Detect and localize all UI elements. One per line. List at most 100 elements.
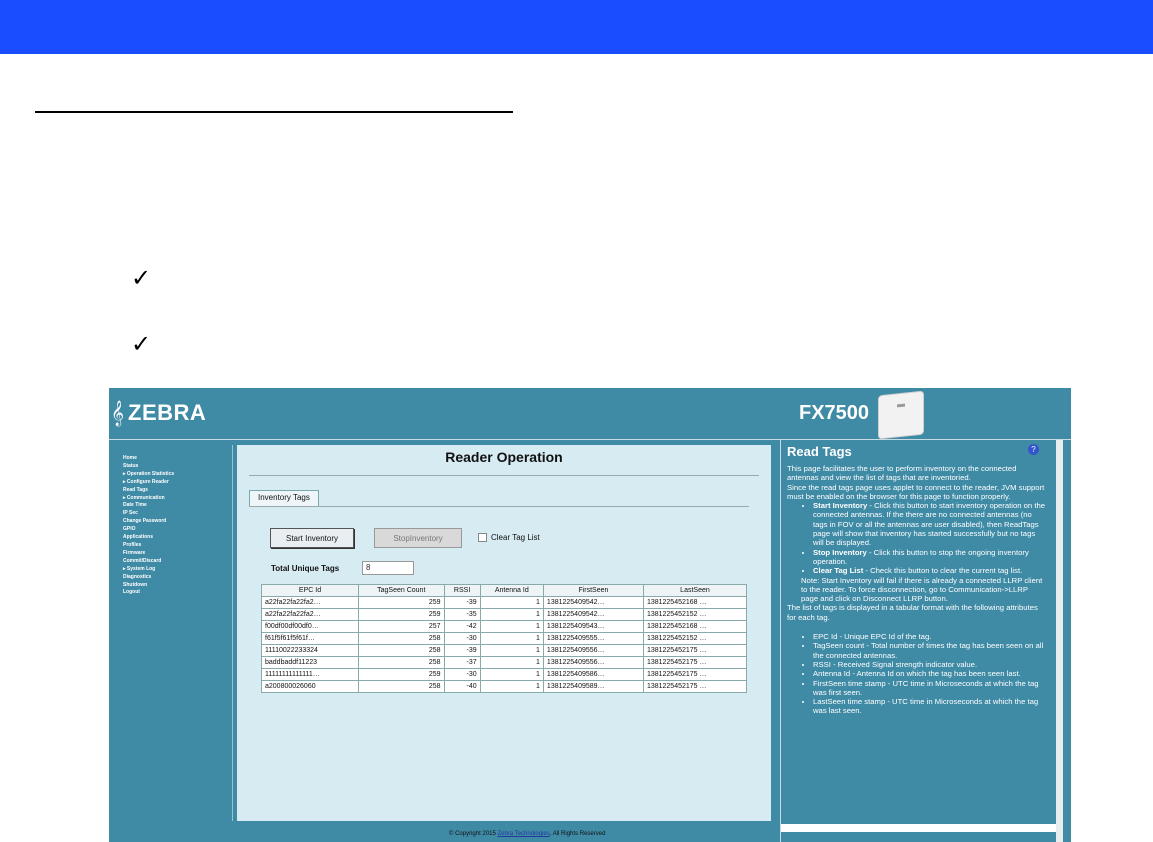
table-cell: -30 [443,632,481,645]
column-header[interactable]: LastSeen [642,584,748,597]
sidebar-item[interactable]: GPIO [123,526,232,534]
sidebar-item[interactable]: Change Password [123,518,232,526]
table-cell: 1 [479,608,544,621]
table-row[interactable]: a22fa22fa22fa2… 259 -35 1 1381225409542… 1381… [261,608,748,621]
table-cell: 1 [479,632,544,645]
help-list-item: RSSI - Received Signal strength indicato… [813,660,1047,669]
tab-underline [249,506,749,507]
table-cell: 257 [358,620,445,633]
column-header[interactable]: FirstSeen [542,584,644,597]
table-cell: 1381225452152 … [642,632,748,645]
zebra-technologies-link[interactable]: Zebra Technologies [497,831,549,837]
table-row[interactable]: a200800026060 258 -40 1 1381225409589… 138122… [261,680,748,693]
sidebar-item[interactable]: ▸ Configure Reader [123,479,232,487]
help-panel: Read Tags ? This page facilitates the us… [780,440,1071,842]
copyright-prefix: © Copyright 2015 [449,831,498,837]
help-panel-bottom [781,824,1056,832]
table-cell: -30 [443,668,481,681]
model-name: FX7500 [799,402,870,424]
table-cell: 258 [358,644,445,657]
table-cell: baddbaddf11223 [261,656,359,669]
clear-tag-list-option[interactable]: Clear Tag List [478,533,540,542]
help-list-item: Clear Tag List - Check this button to cl… [813,566,1047,575]
table-cell: 1381225452168 … [642,620,748,633]
sidebar-item[interactable]: ▸ Operation Statistics [123,471,232,479]
table-cell: 258 [358,680,445,693]
help-list-item: LastSeen time stamp - UTC time in Micros… [813,697,1047,716]
help-list-item: Stop Inventory - Click this button to st… [813,548,1047,567]
sidebar-item[interactable]: Logout [123,589,232,597]
help-attribute-list: EPC Id - Unique EPC Id of the tag.TagSee… [787,632,1047,716]
help-icon[interactable]: ? [1028,444,1039,455]
help-intro: This page facilitates the user to perfor… [787,464,1017,483]
table-row[interactable]: 11110022233324 258 -39 1 1381225409556… 13812… [261,644,748,657]
table-row[interactable]: baddbaddf11223 258 -37 1 1381225409556… 13812… [261,656,748,669]
sidebar-item[interactable]: ▸ Communication [123,495,232,503]
reader-web-console: 𝄞 ZEBRA FX7500 Home Status ▸ Operation Sta… [109,388,1071,842]
clear-tag-list-checkbox[interactable] [478,533,487,542]
help-term: Stop Inventory [813,547,867,557]
page-title: Reader Operation [445,449,563,465]
help-list-item: EPC Id - Unique EPC Id of the tag. [813,632,1047,641]
table-cell: a22fa22fa22fa2… [261,596,359,609]
table-cell: 11111111111111… [261,668,359,681]
sidebar-item[interactable]: ▸ System Log [123,566,232,574]
table-cell: -42 [443,620,481,633]
table-cell: 1 [479,596,544,609]
sidebar-item[interactable]: Profiles [123,542,232,550]
sidebar-item[interactable]: Date Time [123,502,232,510]
sidebar-item[interactable]: Home [123,455,232,463]
sidebar-item[interactable]: Firmware [123,550,232,558]
column-header[interactable]: EPC Id [261,584,359,597]
sidebar-item[interactable]: Status [123,463,232,471]
table-cell: 1381225409542… [542,596,644,609]
tab-inventory-tags[interactable]: Inventory Tags [249,490,319,506]
sidebar-item[interactable]: Diagnostics [123,574,232,582]
table-row[interactable]: f61f5f61f5f61f… 258 -30 1 1381225409555… 1381… [261,632,748,645]
tags-table: EPC Id TagSeen Count RSSI Antenna Id FirstSe… [261,584,748,693]
copyright-suffix: , All Rights Reserved [549,831,606,837]
sidebar-item[interactable]: IP Sec [123,510,232,518]
table-cell: a22fa22fa22fa2… [261,608,359,621]
table-cell: 1381225452175 … [642,668,748,681]
table-row[interactable]: 11111111111111… 259 -30 1 1381225409586… 1381… [261,668,748,681]
help-list-item: TagSeen count - Total number of times th… [813,641,1047,660]
help-term: Clear Tag List [813,566,864,576]
column-header[interactable]: Antenna Id [479,584,544,597]
console-header: 𝄞 ZEBRA FX7500 [109,388,1071,440]
table-cell: 1381225452175 … [642,644,748,657]
table-cell: 11110022233324 [261,644,359,657]
table-cell: -37 [443,656,481,669]
column-header[interactable]: RSSI [443,584,481,597]
total-unique-tags-field: 8 [362,561,414,575]
table-cell: f61f5f61f5f61f… [261,632,359,645]
help-button-list: Start Inventory - Click this button to s… [787,501,1047,575]
section-title-rule [35,111,513,113]
sidebar-item[interactable]: Applications [123,534,232,542]
table-cell: 1381225409556… [542,644,644,657]
table-row[interactable]: f00df00df00df0… 257 -42 1 1381225409543… 1381… [261,620,748,633]
zebra-head-icon: 𝄞 [111,400,125,426]
column-header[interactable]: TagSeen Count [358,584,445,597]
help-body: This page facilitates the user to perfor… [787,464,1047,716]
sidebar-item[interactable]: Read Tags [123,487,232,495]
help-panel-edge [1063,440,1071,842]
zebra-logo: 𝄞 ZEBRA [111,398,206,428]
start-inventory-button[interactable]: Start Inventory [270,528,354,548]
table-row[interactable]: a22fa22fa22fa2… 259 -39 1 1381225409542… 1381… [261,596,748,609]
table-cell: 1 [479,656,544,669]
table-cell: 258 [358,656,445,669]
sidebar-item[interactable]: Commit/Discard [123,558,232,566]
sidebar-item[interactable]: Shutdown [123,582,232,590]
table-body: a22fa22fa22fa2… 259 -39 1 1381225409542… 1381… [261,596,748,693]
table-cell: 1 [479,680,544,693]
help-term-text: - Check this button to clear the current… [863,566,1023,576]
table-cell: 1 [479,620,544,633]
stop-inventory-button[interactable]: StopInventory [374,528,462,548]
check-icon: ✓ [131,264,152,292]
table-cell: 1381225409555… [542,632,644,645]
brand-name: ZEBRA [128,400,207,425]
table-cell: f00df00df00df0… [261,620,359,633]
table-cell: 1381225452175 … [642,656,748,669]
main-panel: Reader Operation Inventory Tags Start In… [237,445,771,821]
